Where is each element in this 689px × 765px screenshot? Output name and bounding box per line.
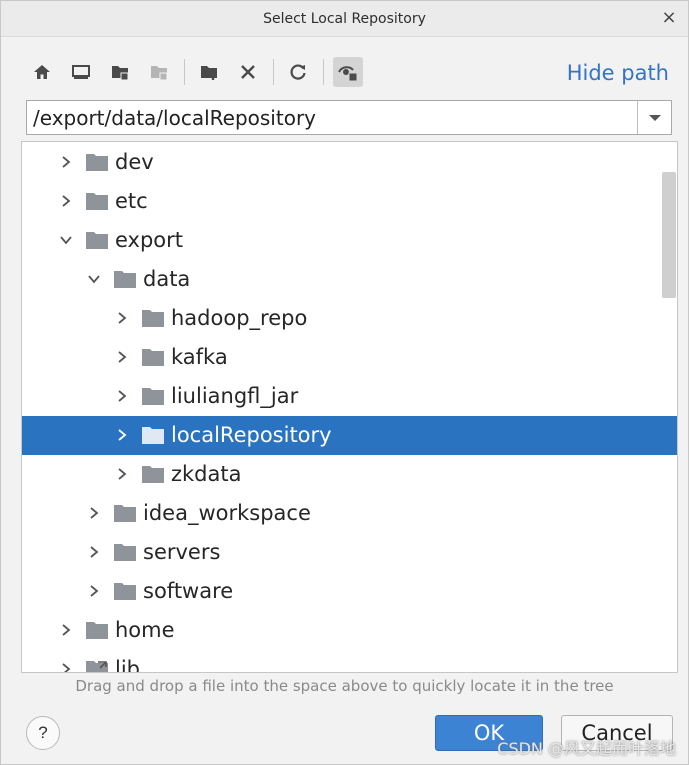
folder-icon	[86, 661, 108, 672]
new-folder-icon[interactable]	[194, 57, 224, 87]
tree-row-label: etc	[115, 189, 148, 213]
tree-row[interactable]: home	[22, 611, 677, 650]
tree-scrollbar[interactable]	[662, 172, 676, 298]
toolbar: Hide path	[21, 53, 681, 93]
tree-row-label: home	[115, 618, 175, 642]
tree-row-label: servers	[143, 540, 221, 564]
tree-row[interactable]: localRepository	[22, 416, 677, 455]
tree-row-label: lib	[115, 657, 140, 673]
tree-row-label: hadoop_repo	[171, 306, 308, 330]
refresh-icon[interactable]	[283, 57, 313, 87]
chevron-right-icon[interactable]	[86, 583, 102, 599]
select-repository-dialog: Select Local Repository × Hide path /exp…	[0, 0, 689, 765]
desktop-icon[interactable]	[66, 57, 96, 87]
show-hidden-icon[interactable]	[333, 57, 363, 87]
tree-row-label: zkdata	[171, 462, 242, 486]
chevron-right-icon[interactable]	[86, 505, 102, 521]
chevron-down-icon[interactable]	[86, 271, 102, 287]
folder-icon	[86, 193, 108, 210]
tree-row[interactable]: servers	[22, 533, 677, 572]
folder-icon	[114, 271, 136, 288]
folder-icon	[142, 349, 164, 366]
folder-icon	[142, 388, 164, 405]
tree-row[interactable]: idea_workspace	[22, 494, 677, 533]
tree-row[interactable]: liuliangfl_jar	[22, 377, 677, 416]
chevron-right-icon[interactable]	[114, 427, 130, 443]
tree-row[interactable]: export	[22, 221, 677, 260]
folder-icon	[142, 466, 164, 483]
tree-row[interactable]: kafka	[22, 338, 677, 377]
folder-icon	[86, 232, 108, 249]
path-input[interactable]	[33, 105, 633, 131]
folder-icon	[142, 310, 164, 327]
chevron-right-icon[interactable]	[114, 466, 130, 482]
chevron-right-icon[interactable]	[58, 661, 74, 673]
chevron-right-icon[interactable]	[86, 544, 102, 560]
tree-row-label: dev	[115, 150, 154, 174]
tree-row[interactable]: hadoop_repo	[22, 299, 677, 338]
folder-icon	[114, 505, 136, 522]
close-icon[interactable]: ×	[658, 7, 680, 29]
folder-icon	[114, 544, 136, 561]
path-history-dropdown[interactable]	[637, 101, 671, 134]
tree-row-label: kafka	[171, 345, 228, 369]
tree-row[interactable]: etc	[22, 182, 677, 221]
tree-row[interactable]: software	[22, 572, 677, 611]
chevron-right-icon[interactable]	[114, 310, 130, 326]
home-icon[interactable]	[27, 57, 57, 87]
help-button[interactable]: ?	[26, 716, 60, 750]
path-field	[26, 100, 672, 135]
chevron-down-icon[interactable]	[58, 232, 74, 248]
folder-icon	[114, 583, 136, 600]
folder-icon	[86, 154, 108, 171]
folder-icon	[142, 427, 164, 444]
tree-row-label: idea_workspace	[143, 501, 311, 525]
tree-row-label: data	[143, 267, 191, 291]
project-folder-icon[interactable]	[105, 57, 135, 87]
tree-row[interactable]: data	[22, 260, 677, 299]
tree-row-label: localRepository	[171, 423, 332, 447]
tree-row-label: liuliangfl_jar	[171, 384, 299, 408]
tree-row[interactable]: zkdata	[22, 455, 677, 494]
module-folder-icon[interactable]	[144, 57, 174, 87]
hide-path-link[interactable]: Hide path	[567, 61, 669, 85]
chevron-right-icon[interactable]	[58, 154, 74, 170]
tree-row-label: software	[143, 579, 234, 603]
folder-icon	[86, 622, 108, 639]
file-tree[interactable]: dev etc export data hadoop_repokafka liuliang…	[21, 141, 678, 673]
tree-row-label: export	[115, 228, 184, 252]
dialog-title: Select Local Repository	[263, 11, 426, 27]
title-bar: Select Local Repository ×	[1, 1, 688, 37]
drag-drop-hint: Drag and drop a file into the space abov…	[75, 677, 614, 695]
chevron-right-icon[interactable]	[58, 622, 74, 638]
tree-row[interactable]: lib	[22, 650, 677, 673]
chevron-down-icon	[648, 114, 661, 121]
chevron-right-icon[interactable]	[114, 349, 130, 365]
delete-icon[interactable]	[233, 57, 263, 87]
chevron-right-icon[interactable]	[114, 388, 130, 404]
tree-row[interactable]: dev	[22, 143, 677, 182]
chevron-right-icon[interactable]	[58, 193, 74, 209]
watermark: CSDN @风又起而叶落地	[497, 739, 676, 758]
